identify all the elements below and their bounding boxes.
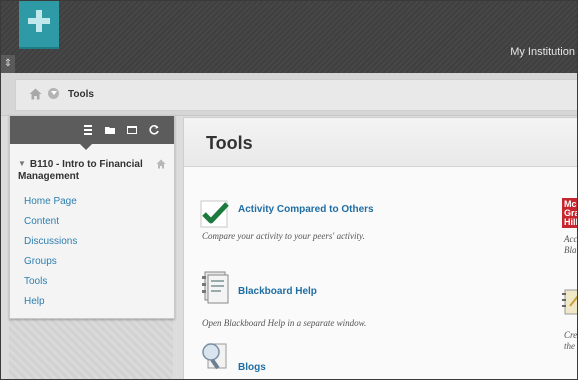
logo-text-line: Hill — [564, 217, 578, 227]
course-title[interactable]: ▼ B110 - Intro to Financial Management — [18, 158, 158, 183]
description-line: Cre — [564, 330, 578, 340]
menu-item-tools[interactable]: Tools — [24, 272, 77, 292]
main-content: Tools Activity Compared to Others Compar… — [183, 117, 578, 379]
folder-view-icon[interactable] — [104, 124, 116, 136]
description-line: Acc — [564, 234, 578, 244]
drag-handle-icon[interactable]: ⇕ — [1, 55, 15, 73]
tool-description-partial: Cre the — [564, 330, 577, 352]
checkmark-icon — [200, 200, 229, 228]
tool-link-blackboard-help[interactable]: Blackboard Help — [238, 286, 317, 297]
breadcrumb: Tools — [15, 79, 577, 111]
home-icon[interactable] — [156, 159, 166, 169]
course-menu-area: ▼ B110 - Intro to Financial Management Ho… — [9, 115, 175, 379]
toolbar-pointer — [80, 144, 92, 150]
mcgraw-hill-icon: Mc Gra Hill — [562, 198, 578, 228]
menu-item-discussions[interactable]: Discussions — [24, 232, 77, 252]
tool-link-activity[interactable]: Activity Compared to Others — [238, 204, 374, 215]
tool-description-partial: Acc Bla — [564, 234, 578, 256]
course-title-text: B110 - Intro to Financial Management — [18, 159, 143, 182]
course-menu-list: Home Page Content Discussions Groups Too… — [24, 192, 77, 312]
page-title: Tools — [206, 133, 253, 153]
collapse-arrow-icon[interactable]: ▼ — [18, 158, 26, 170]
tool-description: Open Blackboard Help in a separate windo… — [202, 318, 367, 328]
chevron-down-icon[interactable] — [48, 88, 59, 99]
home-icon[interactable] — [29, 88, 42, 100]
description-line: the — [564, 341, 575, 351]
menu-item-help[interactable]: Help — [24, 292, 77, 312]
refresh-icon[interactable] — [148, 124, 160, 136]
my-institution-link[interactable]: My Institution — [510, 46, 575, 58]
help-book-icon — [202, 271, 229, 304]
top-banner: ⇕ My Institution — [1, 1, 577, 73]
course-menu-toolbar — [10, 116, 174, 144]
tool-link-blogs[interactable]: Blogs — [238, 362, 266, 373]
blogs-icon — [202, 343, 227, 370]
breadcrumb-current: Tools — [68, 89, 94, 100]
notebook-icon — [562, 289, 577, 315]
plus-icon — [28, 10, 50, 32]
menu-item-content[interactable]: Content — [24, 212, 77, 232]
window-icon[interactable] — [126, 124, 138, 136]
menu-item-groups[interactable]: Groups — [24, 252, 77, 272]
description-line: Bla — [564, 245, 577, 255]
logo-tab[interactable] — [19, 1, 59, 49]
list-view-icon[interactable] — [82, 124, 94, 136]
content-header: Tools — [184, 118, 577, 167]
breadcrumb-bar: Tools — [1, 73, 577, 116]
tool-description: Compare your activity to your peers' act… — [202, 231, 365, 241]
menu-item-home-page[interactable]: Home Page — [24, 192, 77, 212]
course-menu: ▼ B110 - Intro to Financial Management Ho… — [9, 115, 175, 319]
browser-frame: ⇕ My Institution Tools ▼ B110 - Intro to… — [0, 0, 578, 380]
